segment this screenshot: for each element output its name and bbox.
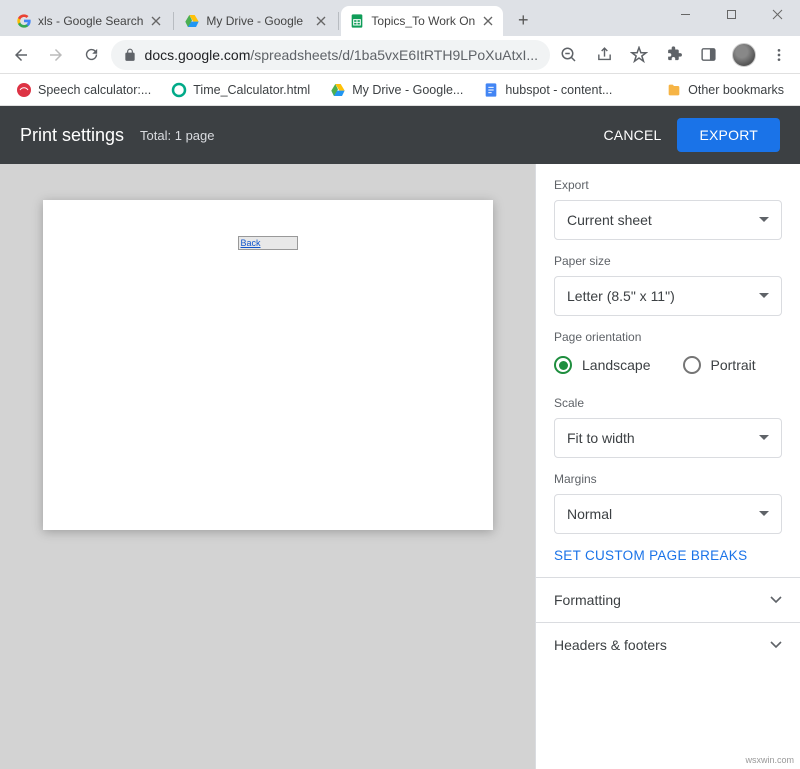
bookmarks-bar: Speech calculator:... Time_Calculator.ht… — [0, 74, 800, 106]
print-settings-header: Print settings Total: 1 page CANCEL EXPO… — [0, 106, 800, 164]
chevron-down-icon — [759, 293, 769, 299]
watermark: wsxwin.com — [745, 755, 794, 765]
reload-button[interactable] — [76, 39, 107, 71]
browser-tab-active[interactable]: Topics_To Work On — [341, 6, 503, 36]
extensions-icon[interactable] — [659, 39, 690, 71]
window-minimize-button[interactable] — [662, 0, 708, 28]
profile-avatar[interactable] — [728, 39, 759, 71]
star-icon[interactable] — [624, 39, 655, 71]
formatting-accordion[interactable]: Formatting — [536, 577, 800, 622]
radio-icon — [683, 356, 701, 374]
preview-cell: Back — [238, 236, 298, 250]
chevron-down-icon — [759, 511, 769, 517]
tab-title: xls - Google Search — [38, 14, 143, 28]
page-title: Print settings — [20, 125, 124, 146]
bookmark-item[interactable]: hubspot - content... — [475, 78, 620, 102]
google-g-icon — [16, 13, 32, 29]
omnibox[interactable]: docs.google.com/spreadsheets/d/1ba5vxE6I… — [111, 40, 551, 70]
sidepanel-icon[interactable] — [693, 39, 724, 71]
close-icon[interactable] — [314, 14, 328, 28]
preview-page: Back — [43, 200, 493, 530]
chevron-down-icon — [759, 435, 769, 441]
page-subtitle: Total: 1 page — [140, 128, 214, 143]
drive-icon — [330, 82, 346, 98]
bookmark-item[interactable]: My Drive - Google... — [322, 78, 471, 102]
print-preview: Back — [0, 164, 535, 769]
bookmark-item[interactable]: Speech calculator:... — [8, 78, 159, 102]
back-button[interactable] — [6, 39, 37, 71]
scale-label: Scale — [554, 396, 782, 410]
menu-icon[interactable] — [763, 39, 794, 71]
radio-icon — [554, 356, 572, 374]
headers-footers-accordion[interactable]: Headers & footers — [536, 622, 800, 667]
url-text: docs.google.com/spreadsheets/d/1ba5vxE6I… — [145, 47, 539, 63]
scale-select[interactable]: Fit to width — [554, 418, 782, 458]
close-icon[interactable] — [149, 14, 163, 28]
new-tab-button[interactable]: + — [509, 6, 537, 34]
bookmark-item[interactable]: Time_Calculator.html — [163, 78, 318, 102]
browser-tab[interactable]: xls - Google Search — [8, 6, 171, 36]
bookmark-favicon — [16, 82, 32, 98]
other-bookmarks[interactable]: Other bookmarks — [658, 78, 792, 102]
window-maximize-button[interactable] — [708, 0, 754, 28]
zoom-icon[interactable] — [554, 39, 585, 71]
orientation-landscape-radio[interactable]: Landscape — [554, 356, 651, 374]
paper-size-select[interactable]: Letter (8.5" x 11") — [554, 276, 782, 316]
drive-icon — [184, 13, 200, 29]
address-bar: docs.google.com/spreadsheets/d/1ba5vxE6I… — [0, 36, 800, 74]
tab-title: My Drive - Google — [206, 14, 308, 28]
export-button[interactable]: EXPORT — [677, 118, 780, 152]
print-settings-sidebar: Export Current sheet Paper size Letter (… — [535, 164, 800, 769]
forward-button[interactable] — [41, 39, 72, 71]
lock-icon — [123, 48, 137, 62]
export-label: Export — [554, 178, 782, 192]
bookmark-favicon — [171, 82, 187, 98]
set-custom-page-breaks-link[interactable]: SET CUSTOM PAGE BREAKS — [536, 534, 800, 577]
orientation-portrait-radio[interactable]: Portrait — [683, 356, 756, 374]
cancel-button[interactable]: CANCEL — [587, 119, 677, 151]
close-icon[interactable] — [481, 14, 495, 28]
chevron-down-icon — [770, 596, 782, 604]
margins-label: Margins — [554, 472, 782, 486]
window-close-button[interactable] — [754, 0, 800, 28]
paper-size-label: Paper size — [554, 254, 782, 268]
chevron-down-icon — [759, 217, 769, 223]
export-select[interactable]: Current sheet — [554, 200, 782, 240]
orientation-label: Page orientation — [554, 330, 782, 344]
chevron-down-icon — [770, 641, 782, 649]
browser-tab[interactable]: My Drive - Google — [176, 6, 336, 36]
docs-icon — [483, 82, 499, 98]
margins-select[interactable]: Normal — [554, 494, 782, 534]
sheets-icon — [349, 13, 365, 29]
share-icon[interactable] — [589, 39, 620, 71]
tab-title: Topics_To Work On — [371, 14, 475, 28]
folder-icon — [666, 82, 682, 98]
